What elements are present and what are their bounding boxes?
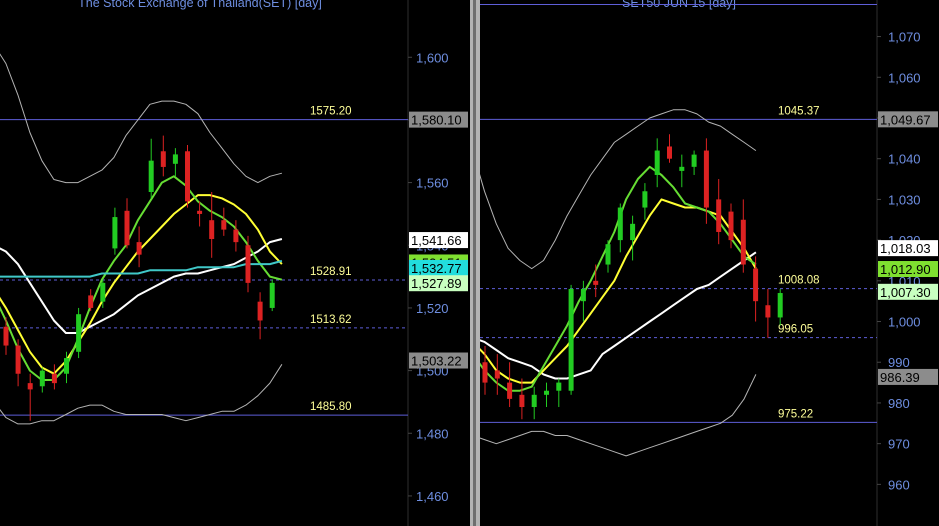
chart-0-reference-label: 1528.91 bbox=[310, 266, 352, 278]
chart-0-candle-body[interactable] bbox=[172, 154, 178, 164]
chart-1-candle-body[interactable] bbox=[556, 382, 562, 391]
chart-1-candle-body[interactable] bbox=[568, 288, 574, 391]
chart-0-y-tick-label: 1,560 bbox=[416, 176, 449, 191]
chart-1-candle-body[interactable] bbox=[740, 219, 746, 265]
chart-1-candle-body[interactable] bbox=[765, 305, 771, 318]
chart-0-candle-body[interactable] bbox=[88, 295, 94, 308]
chart-1-candle-body[interactable] bbox=[531, 394, 537, 408]
chart-0-candle-body[interactable] bbox=[51, 373, 57, 384]
chart-0-candle-body[interactable] bbox=[209, 220, 215, 239]
chart-0-y-tick-label: 1,480 bbox=[416, 426, 449, 441]
chart-1-candle-body[interactable] bbox=[605, 244, 611, 265]
chart-1-reference-label: 1008.08 bbox=[778, 275, 820, 287]
chart-1-candle-body[interactable] bbox=[703, 150, 709, 208]
chart-1-reference-label: 1045.37 bbox=[778, 105, 820, 117]
chart-0-candle-body[interactable] bbox=[76, 314, 82, 352]
chart-0-candle-body[interactable] bbox=[221, 220, 227, 230]
chart-1-candle-body[interactable] bbox=[753, 268, 759, 302]
chart-1-y-tick-label: 990 bbox=[888, 355, 910, 370]
chart-1-indicator-line[interactable] bbox=[480, 109, 757, 270]
chart-1-candle-body[interactable] bbox=[544, 390, 549, 395]
chart-0-indicator-line[interactable] bbox=[0, 45, 283, 184]
chart-1-candle-body[interactable] bbox=[691, 154, 697, 167]
chart-1-y-tick-label: 1,070 bbox=[888, 30, 921, 45]
chart-0-candle-body[interactable] bbox=[124, 210, 130, 246]
chart-0-reference-label: 1485.80 bbox=[310, 401, 352, 413]
chart-0-candle-body[interactable] bbox=[112, 217, 118, 249]
chart-0-indicator-line[interactable] bbox=[0, 194, 283, 375]
chart-1-indicator-line[interactable] bbox=[480, 374, 757, 457]
chart-0-y-tick-label: 1,460 bbox=[416, 489, 449, 504]
panel-splitter[interactable] bbox=[470, 0, 480, 526]
chart-1-y-tick-label: 1,030 bbox=[888, 192, 921, 207]
chart-0-y-tick-label: 1,520 bbox=[416, 301, 449, 316]
chart-1-candle-body[interactable] bbox=[580, 288, 586, 302]
chart-1-y-tick-label: 960 bbox=[888, 477, 910, 492]
chart-1-y-tick-label: 970 bbox=[888, 437, 910, 452]
chart-1-price-tag-label: 1,007.30 bbox=[880, 285, 931, 300]
chart-1-candle-body[interactable] bbox=[728, 211, 734, 241]
chart-1-reference-label: 975.22 bbox=[778, 408, 813, 420]
chart-0-candle-body[interactable] bbox=[197, 210, 203, 214]
chart-0-candle-body[interactable] bbox=[257, 301, 263, 321]
chart-0-price-tag-label: 1,580.10 bbox=[411, 113, 462, 128]
chart-1-y-tick-label: 1,000 bbox=[888, 315, 921, 330]
chart-0-candle-body[interactable] bbox=[148, 160, 154, 192]
chart-1-y-tick-label: 1,060 bbox=[888, 70, 921, 85]
chart-0-candle-body[interactable] bbox=[100, 282, 106, 302]
chart-0-indicator-line[interactable] bbox=[0, 259, 283, 278]
chart-1-price-tag-label: 1,018.03 bbox=[880, 241, 931, 256]
chart-1-price-tag-label: 986.39 bbox=[880, 370, 920, 385]
chart-0-price-tag-label: 1,532.77 bbox=[411, 261, 462, 276]
chart-1-y-tick-label: 1,040 bbox=[888, 152, 921, 167]
chart-0-candle-body[interactable] bbox=[136, 242, 142, 255]
chart-0-reference-label: 1575.20 bbox=[310, 106, 352, 118]
chart-1-indicator-line[interactable] bbox=[480, 165, 757, 392]
chart-1-candle-body[interactable] bbox=[630, 223, 636, 241]
chart-1-candle-body[interactable] bbox=[679, 166, 685, 171]
set50-futures-chart[interactable]: SET50 JUN 15 [day]9609709809901,0001,010… bbox=[480, 0, 939, 526]
chart-0-candle-body[interactable] bbox=[233, 229, 239, 243]
chart-1-candle-body[interactable] bbox=[617, 207, 623, 241]
chart-1-candle-body[interactable] bbox=[777, 293, 783, 318]
chart-0-candle-body[interactable] bbox=[3, 326, 9, 346]
chart-0-price-tag-label: 1,527.89 bbox=[411, 276, 462, 291]
chart-window: The Stock Exchange of Thailand(SET) [day… bbox=[0, 0, 939, 526]
chart-1-candle-body[interactable] bbox=[519, 394, 525, 408]
chart-0-candle-body[interactable] bbox=[185, 151, 190, 202]
chart-0-price-tag-label: 1,541.66 bbox=[411, 233, 462, 248]
chart-1-candle-body[interactable] bbox=[482, 362, 488, 383]
chart-0-y-tick-label: 1,600 bbox=[416, 50, 449, 65]
set-index-chart[interactable]: The Stock Exchange of Thailand(SET) [day… bbox=[0, 0, 470, 526]
chart-0-candle-body[interactable] bbox=[15, 345, 21, 374]
chart-1-reference-label: 996.05 bbox=[778, 324, 813, 336]
chart-0-candle-body[interactable] bbox=[39, 370, 45, 387]
chart-1-price-tag-label: 1,049.67 bbox=[880, 112, 931, 127]
chart-0-candle-body[interactable] bbox=[64, 358, 69, 374]
chart-1-candle-body[interactable] bbox=[716, 199, 722, 232]
chart-1-candle-body[interactable] bbox=[667, 146, 672, 159]
chart-0-candle-body[interactable] bbox=[27, 383, 33, 390]
chart-0-candle-body[interactable] bbox=[245, 245, 251, 283]
chart-1-candle-body[interactable] bbox=[642, 191, 648, 208]
chart-0-reference-label: 1513.62 bbox=[310, 314, 352, 326]
chart-1-candle-body[interactable] bbox=[507, 382, 513, 399]
chart-0-price-tag-label: 1,503.22 bbox=[411, 354, 462, 369]
chart-0-candle-body[interactable] bbox=[160, 151, 166, 167]
chart-1-y-tick-label: 980 bbox=[888, 396, 910, 411]
chart-0-title: The Stock Exchange of Thailand(SET) [day… bbox=[78, 0, 322, 10]
chart-1-price-tag-label: 1,012.90 bbox=[880, 262, 931, 277]
chart-1-candle-body[interactable] bbox=[593, 280, 599, 285]
chart-1-candle-body[interactable] bbox=[494, 370, 500, 379]
chart-1-candle-body[interactable] bbox=[654, 150, 660, 175]
chart-0-candle-body[interactable] bbox=[269, 282, 275, 308]
chart-0-indicator-line[interactable] bbox=[0, 175, 283, 381]
